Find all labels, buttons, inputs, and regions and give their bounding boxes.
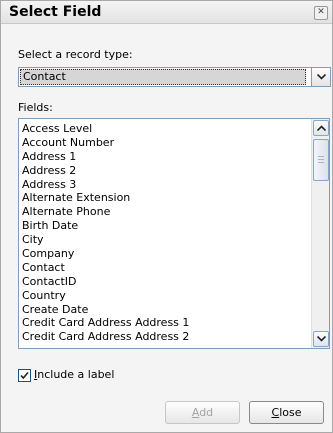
close-button-rest: lose [279,406,302,419]
dropdown-arrow-button[interactable] [311,67,331,87]
list-item[interactable]: Address 3 [22,178,302,192]
close-icon[interactable]: ✕ [314,6,328,20]
checkmark-icon [20,371,29,380]
list-item[interactable]: Credit Card Address Address 2 [22,330,302,344]
list-item[interactable]: Create Date [22,303,302,317]
record-type-selected-value[interactable]: Contact [20,69,306,85]
list-item[interactable]: Birth Date [22,219,302,233]
grip-line [318,162,324,163]
list-item[interactable]: Alternate Extension [22,191,302,205]
record-type-dropdown[interactable]: Contact [18,67,331,87]
list-item[interactable]: Country [22,289,302,303]
chevron-down-icon [316,336,326,342]
list-item[interactable]: Access Level [22,122,302,136]
chevron-down-icon [316,74,326,80]
list-item[interactable]: Company [22,247,302,261]
scroll-up-button[interactable] [313,120,329,136]
include-label-rest: nclude a label [37,368,115,381]
list-item[interactable]: Address 1 [22,150,302,164]
fields-listbox[interactable]: Access Level Account Number Address 1 Addre… [18,118,330,349]
grip-line [318,159,324,160]
fields-list: Access Level Account Number Address 1 Addre… [22,122,302,344]
add-button-rest: dd [199,406,214,419]
title-bar[interactable]: Select Field ✕ [1,1,332,24]
scroll-thumb[interactable] [313,139,329,181]
list-item[interactable]: Alternate Phone [22,205,302,219]
list-item[interactable]: Contact [22,261,302,275]
include-label-text[interactable]: Include a label [34,368,114,381]
list-item[interactable]: Account Number [22,136,302,150]
list-item[interactable]: Credit Card Address Address 1 [22,316,302,330]
dialog-title: Select Field [9,4,102,20]
record-type-label: Select a record type: [18,48,133,61]
list-item[interactable]: ContactID [22,275,302,289]
chevron-up-icon [316,125,326,131]
include-label-checkbox[interactable] [18,369,31,382]
add-button[interactable]: Add [165,401,240,424]
grip-line [318,156,324,157]
list-item[interactable]: City [22,233,302,247]
vertical-scrollbar[interactable] [311,119,329,348]
close-button[interactable]: Close [249,401,324,424]
list-item[interactable]: Address 2 [22,164,302,178]
scroll-down-button[interactable] [313,331,329,347]
select-field-dialog: Select Field ✕ Select a record type: Con… [0,0,333,433]
fields-label: Fields: [18,101,53,114]
